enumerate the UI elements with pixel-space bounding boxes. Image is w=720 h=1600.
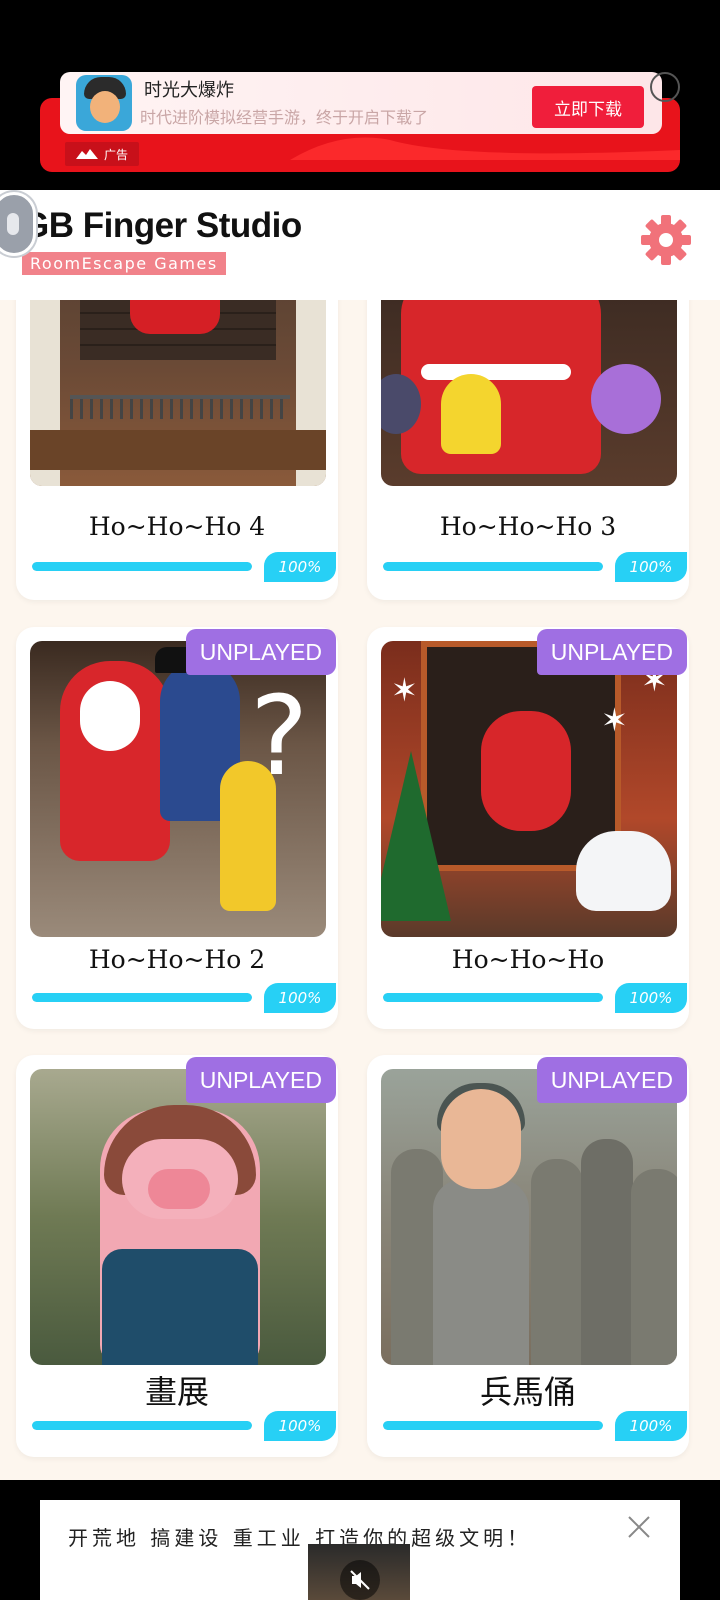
progress-fill (383, 1421, 603, 1430)
top-ad-banner[interactable]: 时光大爆炸 时代进阶模拟经营手游，终于开启下载了 立即下载 广告 (0, 0, 720, 190)
game-title: Ho~Ho~Ho 3 (439, 512, 617, 541)
progress-bar (383, 562, 603, 571)
progress-bar (32, 993, 252, 1002)
game-card-1[interactable]: Ho~Ho~Ho 4 100% (16, 300, 338, 600)
ad-label-text: 广告 (103, 147, 128, 162)
unplayed-badge: UNPLAYED (536, 629, 687, 675)
progress-label: 100% (615, 1411, 687, 1441)
game-title: Ho~Ho~Ho 4 (88, 512, 266, 541)
app-header: GB Finger Studio RoomEscape Games (0, 190, 720, 300)
progress-bar (383, 1421, 603, 1430)
studio-title: GB Finger Studio (22, 206, 302, 245)
ad-card[interactable]: 时光大爆炸 时代进阶模拟经营手游，终于开启下载了 立即下载 (60, 72, 662, 134)
game-thumbnail: ✶ ✶ ✶ (381, 641, 677, 937)
progress-label: 100% (264, 552, 336, 582)
progress-fill (32, 993, 252, 1002)
game-card-2[interactable]: Ho~Ho~Ho 3 100% (367, 300, 689, 600)
game-thumbnail (381, 1069, 677, 1365)
game-title: Ho~Ho~Ho 2 (88, 945, 266, 974)
ad-download-button[interactable]: 立即下载 (532, 86, 644, 128)
progress-label: 100% (615, 552, 687, 582)
progress-bar (32, 562, 252, 571)
gear-icon[interactable] (640, 214, 692, 266)
game-thumbnail: ? (30, 641, 326, 937)
game-thumbnail (30, 1069, 326, 1365)
progress-label: 100% (615, 983, 687, 1013)
ad-close-icon[interactable] (650, 72, 680, 102)
progress-fill (32, 562, 252, 571)
ad-app-icon (76, 75, 132, 131)
game-card-5[interactable]: UNPLAYED 畫展 100% (16, 1055, 338, 1457)
game-grid: Ho~Ho~Ho 4 100% Ho~Ho~Ho 3 100% ? UNPLAY… (0, 300, 720, 1480)
unplayed-badge: UNPLAYED (536, 1057, 687, 1103)
unplayed-badge: UNPLAYED (185, 629, 336, 675)
progress-fill (383, 993, 603, 1002)
game-thumbnail (30, 300, 326, 486)
game-card-6[interactable]: UNPLAYED 兵馬俑 100% (367, 1055, 689, 1457)
progress-fill (383, 562, 603, 571)
unplayed-badge: UNPLAYED (185, 1057, 336, 1103)
bottom-ad-banner[interactable]: 开荒地 搞建设 重工业 打造你的超级文明！ (40, 1500, 680, 1600)
ad-video-thumbnail[interactable] (308, 1544, 410, 1600)
progress-fill (32, 1421, 252, 1430)
game-title: 兵馬俑 (479, 1373, 576, 1411)
ad-app-name: 时光大爆炸 (144, 80, 234, 101)
ad-tagline: 时代进阶模拟经营手游，终于开启下载了 (140, 108, 429, 127)
bottom-ad-text: 开荒地 搞建设 重工业 打造你的超级文明！ (68, 1526, 532, 1550)
game-card-3[interactable]: ? UNPLAYED Ho~Ho~Ho 2 100% (16, 627, 338, 1029)
progress-label: 100% (264, 1411, 336, 1441)
game-card-4[interactable]: ✶ ✶ ✶ UNPLAYED Ho~Ho~Ho 100% (367, 627, 689, 1029)
game-thumbnail (381, 300, 677, 486)
floating-assist-button[interactable] (0, 192, 36, 256)
ad-logo-icon (75, 149, 98, 159)
progress-bar (32, 1421, 252, 1430)
game-title: Ho~Ho~Ho (451, 945, 605, 974)
progress-bar (383, 993, 603, 1002)
ad-label-badge: 广告 (65, 142, 139, 166)
studio-subtitle: RoomEscape Games (22, 252, 226, 275)
close-icon[interactable] (626, 1514, 652, 1540)
game-title: 畫展 (144, 1373, 209, 1411)
progress-label: 100% (264, 983, 336, 1013)
mute-icon[interactable] (340, 1560, 380, 1600)
